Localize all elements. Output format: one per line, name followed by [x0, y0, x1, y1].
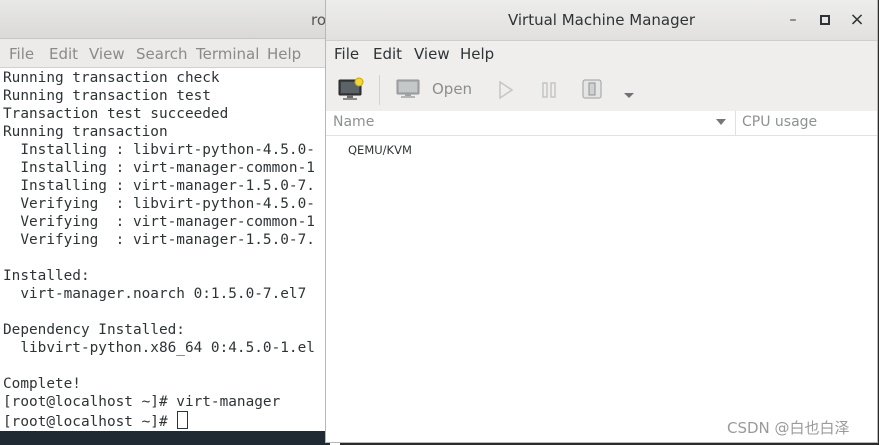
terminal-menu-terminal[interactable]: Terminal — [196, 45, 259, 63]
run-button[interactable] — [498, 80, 514, 103]
terminal-line: virt-manager.noarch 0:1.5.0-7.el7 — [3, 286, 307, 302]
connection-label: QEMU/KVM — [348, 143, 412, 157]
terminal-menu-view[interactable]: View — [89, 45, 125, 63]
terminal-title: ro — [311, 11, 327, 29]
terminal-output[interactable]: Running transaction check Running transa… — [3, 69, 333, 445]
terminal-cursor — [177, 411, 189, 429]
column-header-cpu-usage[interactable]: CPU usage — [742, 114, 817, 130]
maximize-button[interactable] — [815, 11, 835, 29]
menu-file[interactable]: File — [334, 45, 359, 63]
terminal-line: Verifying : virt-manager-1.5.0-7. — [3, 232, 315, 248]
terminal-line: Verifying : libvirt-python-4.5.0- — [3, 196, 315, 212]
terminal-line: libvirt-python.x86_64 0:4.5.0-1.el — [3, 340, 315, 356]
terminal-menu-edit[interactable]: Edit — [49, 45, 78, 63]
terminal-prompt-line[interactable]: [root@localhost ~]# — [3, 411, 333, 430]
open-button-label[interactable]: Open — [432, 80, 472, 98]
desktop-background-strip — [0, 431, 330, 445]
terminal-line: Running transaction — [3, 124, 168, 140]
virt-manager-window[interactable]: Virtual Machine Manager – × File Edit Vi… — [325, 0, 878, 443]
terminal-window[interactable]: ro File Edit View Search Terminal Help R… — [0, 0, 340, 445]
terminal-line: Installing : virt-manager-common-1 — [3, 160, 315, 176]
sort-down-icon[interactable] — [716, 119, 726, 125]
toolbar-separator — [379, 75, 380, 105]
terminal-line: Installed: — [3, 268, 90, 284]
play-icon — [499, 80, 514, 100]
terminal-line: Running transaction check — [3, 70, 220, 86]
new-vm-button[interactable] — [338, 77, 364, 105]
new-vm-icon — [338, 77, 364, 100]
column-separator[interactable] — [735, 111, 736, 135]
vm-list-header: Name CPU usage — [326, 111, 877, 136]
menu-view[interactable]: View — [414, 45, 450, 63]
terminal-menu-search[interactable]: Search — [136, 45, 188, 63]
terminal-line: Verifying : virt-manager-common-1 — [3, 214, 315, 230]
menu-help[interactable]: Help — [460, 45, 494, 63]
terminal-line: Installing : virt-manager-1.5.0-7. — [3, 178, 315, 194]
minimize-button[interactable]: – — [783, 11, 803, 29]
terminal-menubar: File Edit View Search Terminal Help — [0, 39, 340, 68]
pause-button[interactable] — [541, 81, 557, 103]
shutdown-icon — [582, 79, 602, 99]
vmm-toolbar: Open — [326, 69, 877, 112]
shutdown-dropdown-button[interactable] — [623, 85, 635, 104]
terminal-line: [root@localhost ~]# virt-manager — [3, 394, 281, 410]
shutdown-button[interactable] — [582, 79, 602, 103]
terminal-line: Transaction test succeeded — [3, 106, 229, 122]
terminal-line: Dependency Installed: — [3, 322, 185, 338]
terminal-line: Running transaction test — [3, 88, 211, 104]
watermark: CSDN @白也白泽 — [727, 419, 850, 437]
column-header-name[interactable]: Name — [333, 114, 374, 130]
terminal-line: Installing : libvirt-python-4.5.0- — [3, 142, 315, 158]
menu-edit[interactable]: Edit — [373, 45, 402, 63]
terminal-line: Complete! — [3, 376, 81, 392]
connection-row[interactable]: QEMU/KVM — [326, 138, 877, 162]
pause-icon — [542, 82, 556, 98]
maximize-icon — [820, 15, 830, 25]
close-button[interactable]: × — [847, 11, 867, 29]
monitor-icon — [396, 79, 420, 98]
vmm-menubar: File Edit View Help — [326, 41, 877, 69]
vmm-titlebar[interactable]: Virtual Machine Manager – × — [326, 0, 877, 41]
dropdown-arrow-icon — [624, 93, 634, 98]
terminal-menu-help[interactable]: Help — [267, 45, 301, 63]
terminal-menu-file[interactable]: File — [9, 45, 34, 63]
open-button[interactable] — [396, 79, 420, 103]
terminal-titlebar[interactable]: ro — [0, 0, 340, 39]
terminal-prompt: [root@localhost ~]# — [3, 414, 177, 430]
